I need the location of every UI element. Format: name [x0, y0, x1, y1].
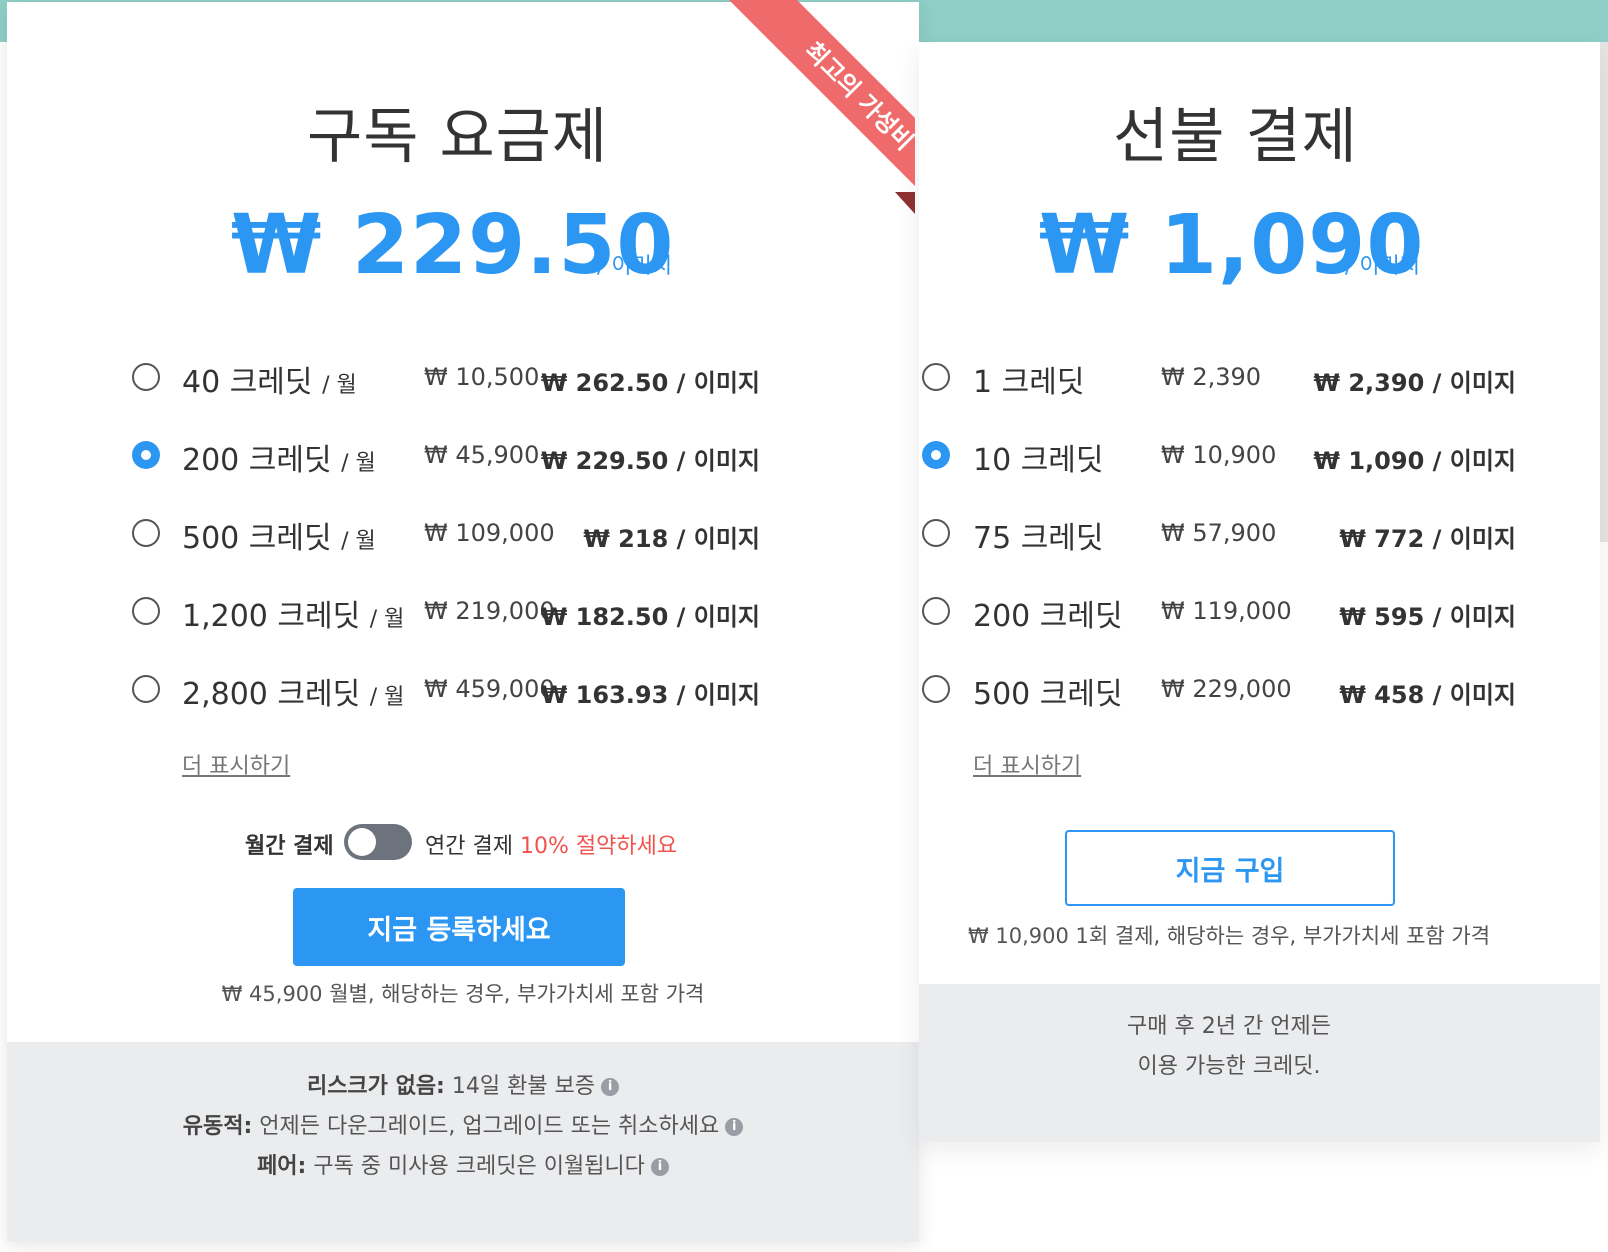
info-icon[interactable]: i [650, 1158, 669, 1176]
option-amount: ₩ 57,900 [1161, 519, 1277, 547]
prepaid-card: 선불 결제 ₩ 1,090 / 이미지 1 크레딧 ₩ 2,390 ₩ 2,39… [919, 42, 1600, 1142]
best-value-ribbon: 최고의 가성비 [689, 0, 915, 216]
radio-button[interactable] [922, 675, 950, 703]
option-credits: 200 크레딧 [182, 443, 332, 478]
option-per-image: ₩ 262.50 / 이미지 [540, 369, 760, 397]
info-icon[interactable]: i [601, 1078, 620, 1096]
option-unit: / 월 [322, 373, 357, 398]
radio-button[interactable] [132, 675, 160, 703]
subscription-option[interactable]: 40 크레딧 / 월 ₩ 10,500 ₩ 262.50 / 이미지 [7, 357, 919, 401]
option-unit: / 월 [341, 529, 376, 554]
radio-button-selected[interactable] [132, 441, 160, 469]
ribbon-label: 최고의 가성비 [721, 0, 915, 216]
radio-button[interactable] [132, 363, 160, 391]
option-unit: / 월 [369, 607, 405, 632]
prepaid-footer-line-1: 구매 후 2년 간 언제든 [1127, 1014, 1331, 1039]
radio-button[interactable] [922, 597, 950, 625]
radio-button[interactable] [922, 519, 950, 547]
subscription-option[interactable]: 200 크레딧 / 월 ₩ 45,900 ₩ 229.50 / 이미지 [7, 435, 919, 479]
option-per-image: ₩ 2,390 / 이미지 [1313, 369, 1516, 397]
footer-line-risk: 리스크가 없음: 14일 환불 보증 i [7, 1068, 919, 1100]
billing-toggle-row: 월간 결제 연간 결제 10% 절약하세요 [7, 820, 919, 864]
prepaid-option[interactable]: 75 크레딧 ₩ 57,900 ₩ 772 / 이미지 [919, 513, 1600, 557]
prepaid-footer: 구매 후 2년 간 언제든 이용 가능한 크레딧. [919, 984, 1600, 1142]
ribbon-fold [895, 192, 915, 214]
prepaid-option[interactable]: 200 크레딧 ₩ 119,000 ₩ 595 / 이미지 [919, 591, 1600, 635]
prepaid-footer-line-2: 이용 가능한 크레딧. [1137, 1054, 1321, 1079]
option-amount: ₩ 119,000 [1161, 597, 1292, 625]
option-amount: ₩ 219,000 [424, 597, 555, 625]
option-amount: ₩ 10,500 [424, 363, 540, 391]
radio-button-selected[interactable] [922, 441, 950, 469]
subscribe-button[interactable]: 지금 등록하세요 [293, 888, 625, 966]
option-credits: 10 크레딧 [973, 443, 1104, 478]
prepaid-note: ₩ 10,900 1회 결제, 해당하는 경우, 부가가치세 포함 가격 [967, 924, 1491, 948]
option-amount: ₩ 109,000 [424, 519, 555, 547]
option-amount: ₩ 229,000 [1161, 675, 1292, 703]
footer-text: 언제든 다운그레이드, 업그레이드 또는 취소하세요 [252, 1114, 720, 1139]
annual-billing-label: 연간 결제 [425, 834, 513, 859]
show-more-link[interactable]: 더 표시하기 [182, 748, 290, 780]
footer-text: 구독 중 미사용 크레딧은 이월됩니다 [306, 1154, 645, 1179]
prepaid-per-unit: / 이미지 [1345, 254, 1421, 279]
subscription-option[interactable]: 2,800 크레딧 / 월 ₩ 459,000 ₩ 163.93 / 이미지 [7, 669, 919, 713]
option-credits: 75 크레딧 [973, 521, 1104, 556]
footer-text: 14일 환불 보증 [444, 1074, 596, 1099]
footer-bold: 페어: [257, 1154, 307, 1179]
prepaid-option[interactable]: 500 크레딧 ₩ 229,000 ₩ 458 / 이미지 [919, 669, 1600, 713]
subscription-title: 구독 요금제 [307, 102, 609, 172]
subscription-footer: 리스크가 없음: 14일 환불 보증 i 유동적: 언제든 다운그레이드, 업그레… [7, 1042, 919, 1242]
billing-toggle-switch[interactable] [344, 824, 412, 860]
radio-button[interactable] [922, 363, 950, 391]
prepaid-option[interactable]: 10 크레딧 ₩ 10,900 ₩ 1,090 / 이미지 [919, 435, 1600, 479]
option-per-image: ₩ 772 / 이미지 [1339, 525, 1516, 553]
subscription-note: ₩ 45,900 월별, 해당하는 경우, 부가가치세 포함 가격 [221, 982, 705, 1006]
option-credits: 200 크레딧 [973, 599, 1123, 634]
radio-button[interactable] [132, 597, 160, 625]
option-credits: 1 크레딧 [973, 365, 1085, 400]
subscription-option[interactable]: 500 크레딧 / 월 ₩ 109,000 ₩ 218 / 이미지 [7, 513, 919, 557]
radio-button[interactable] [132, 519, 160, 547]
footer-bold: 리스크가 없음: [306, 1074, 445, 1099]
option-per-image: ₩ 163.93 / 이미지 [540, 681, 760, 709]
info-icon[interactable]: i [725, 1118, 744, 1136]
background-panel [1600, 42, 1608, 542]
option-amount: ₩ 2,390 [1161, 363, 1262, 391]
option-per-image: ₩ 1,090 / 이미지 [1313, 447, 1516, 475]
option-per-image: ₩ 218 / 이미지 [583, 525, 760, 553]
option-amount: ₩ 459,000 [424, 675, 555, 703]
option-credits: 500 크레딧 [973, 677, 1123, 712]
option-unit: / 월 [341, 451, 376, 476]
option-per-image: ₩ 458 / 이미지 [1339, 681, 1516, 709]
subscription-option[interactable]: 1,200 크레딧 / 월 ₩ 219,000 ₩ 182.50 / 이미지 [7, 591, 919, 635]
option-credits: 2,800 크레딧 [182, 677, 361, 712]
toggle-knob [348, 828, 376, 856]
option-unit: / 월 [369, 685, 405, 710]
option-per-image: ₩ 229.50 / 이미지 [540, 447, 760, 475]
prepaid-option[interactable]: 1 크레딧 ₩ 2,390 ₩ 2,390 / 이미지 [919, 357, 1600, 401]
option-credits: 40 크레딧 [182, 365, 313, 400]
option-per-image: ₩ 595 / 이미지 [1339, 603, 1516, 631]
option-credits: 1,200 크레딧 [182, 599, 361, 634]
subscription-per-unit: / 이미지 [597, 254, 673, 279]
show-more-link[interactable]: 더 표시하기 [973, 748, 1081, 780]
option-amount: ₩ 45,900 [424, 441, 540, 469]
option-credits: 500 크레딧 [182, 521, 332, 556]
option-per-image: ₩ 182.50 / 이미지 [540, 603, 760, 631]
monthly-billing-label: 월간 결제 [245, 834, 334, 859]
save-text: 10% 절약하세요 [519, 834, 678, 859]
footer-line-flexible: 유동적: 언제든 다운그레이드, 업그레이드 또는 취소하세요 i [7, 1108, 919, 1140]
prepaid-title: 선불 결제 [1113, 102, 1358, 172]
buy-now-button[interactable]: 지금 구입 [1065, 830, 1395, 906]
option-amount: ₩ 10,900 [1161, 441, 1277, 469]
footer-bold: 유동적: [182, 1114, 253, 1139]
footer-line-fair: 페어: 구독 중 미사용 크레딧은 이월됩니다 i [7, 1148, 919, 1180]
